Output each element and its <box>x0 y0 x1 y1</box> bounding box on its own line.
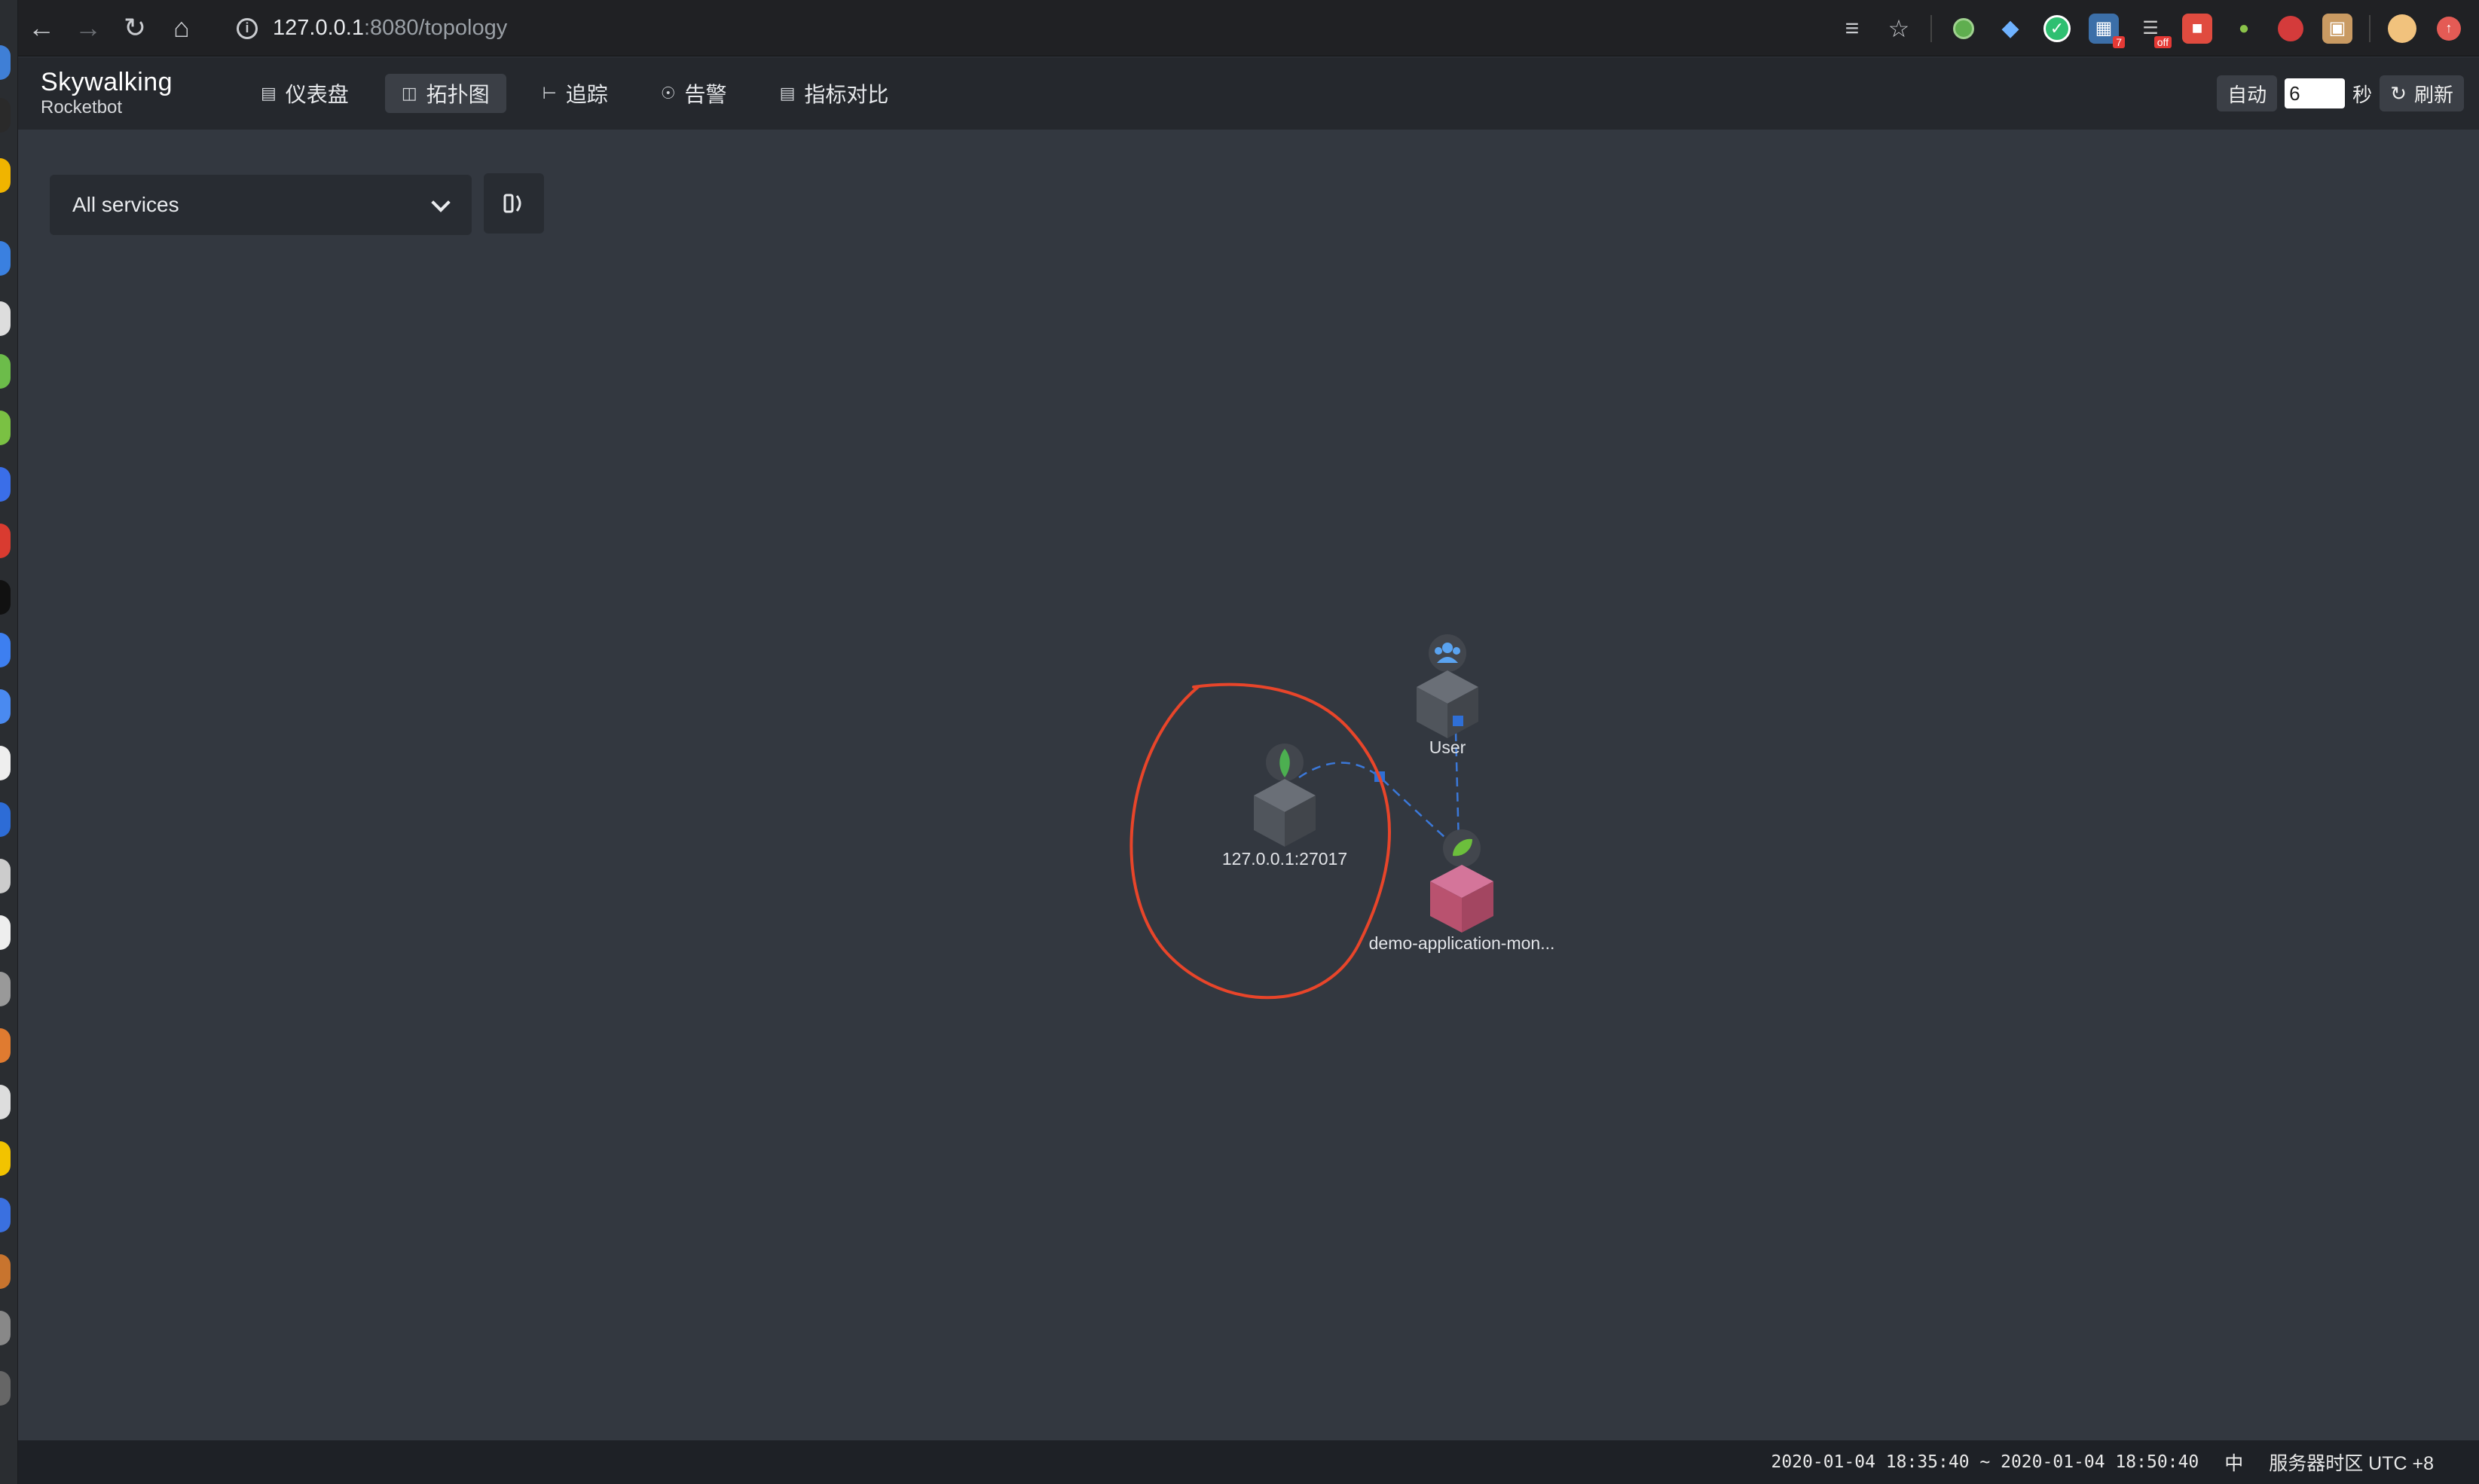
extension-red-icon[interactable]: ■ <box>2182 13 2212 44</box>
site-info-icon[interactable]: i <box>237 17 258 39</box>
language-toggle[interactable]: 中 <box>2224 1449 2243 1476</box>
logo-name: Skywalking <box>41 68 173 96</box>
service-select-value: All services <box>72 193 179 216</box>
main-nav: ▤ 仪表盘 ◫ 拓扑图 ⊢ 追踪 ☉ 告警 ▤ 指标对比 <box>244 74 905 113</box>
app-header: Skywalking Rocketbot ▤ 仪表盘 ◫ 拓扑图 ⊢ 追踪 ☉ … <box>18 57 2479 130</box>
topology-icon: ◫ <box>401 84 417 102</box>
nav-item-alarm[interactable]: ☉ 告警 <box>644 74 744 113</box>
url-path: :8080/topology <box>363 16 508 40</box>
extension-badge: off <box>2153 35 2172 48</box>
dock-app-icon[interactable] <box>0 411 11 445</box>
refresh-interval-input[interactable] <box>2285 78 2346 108</box>
dock-app-icon[interactable] <box>0 1141 11 1176</box>
dock-app-icon[interactable] <box>0 45 11 80</box>
refresh-icon: ↻ <box>2390 81 2407 105</box>
dock-app-icon[interactable] <box>0 859 11 893</box>
node-label: demo-application-mon... <box>1369 933 1555 953</box>
extension-badge: 7 <box>2113 35 2125 48</box>
dock-app-icon[interactable] <box>0 580 11 615</box>
extension-pin-icon[interactable]: ● <box>2229 14 2259 44</box>
status-bar: 2020-01-04 18:35:40 ~ 2020-01-04 18:50:4… <box>18 1440 2479 1484</box>
os-dock <box>0 0 18 1484</box>
dock-app-icon[interactable] <box>0 158 11 193</box>
extension-list-icon[interactable]: ☰ off <box>2135 14 2172 48</box>
dock-app-icon[interactable] <box>0 1198 11 1232</box>
back-arrow-icon[interactable]: ← <box>18 0 65 56</box>
dock-app-icon[interactable] <box>0 915 11 950</box>
skywalking-logo[interactable]: Skywalking Rocketbot <box>41 68 173 118</box>
nav-item-dashboard[interactable]: ▤ 仪表盘 <box>244 74 365 113</box>
dock-app-icon[interactable] <box>0 98 11 133</box>
nav-item-topology[interactable]: ◫ 拓扑图 <box>384 74 506 113</box>
trace-icon: ⊢ <box>542 84 557 102</box>
nav-item-label: 告警 <box>684 83 727 106</box>
reading-list-icon[interactable]: ≡ <box>1837 14 1867 44</box>
alarm-icon: ☉ <box>660 84 676 102</box>
nav-item-label: 指标对比 <box>804 83 889 106</box>
dock-app-icon[interactable] <box>0 1028 11 1063</box>
server-timezone[interactable]: 服务器时区 UTC +8 <box>2269 1449 2434 1476</box>
node-label: User <box>1429 737 1466 757</box>
extension-red-circle-icon[interactable] <box>2276 14 2306 44</box>
nav-item-trace[interactable]: ⊢ 追踪 <box>526 74 625 113</box>
interval-unit: 秒 <box>2352 83 2373 106</box>
dock-app-icon[interactable] <box>0 1085 11 1119</box>
reload-icon[interactable]: ↻ <box>112 0 158 56</box>
profile-avatar-icon[interactable] <box>2387 14 2417 44</box>
nav-item-label: 仪表盘 <box>285 83 349 106</box>
time-range[interactable]: 2020-01-04 18:35:40 ~ 2020-01-04 18:50:4… <box>1771 1452 2199 1472</box>
nav-item-label: 拓扑图 <box>426 83 490 106</box>
comparison-icon: ▤ <box>779 84 796 102</box>
extension-grid-icon[interactable]: ▦ 7 <box>2089 13 2125 48</box>
browser-toolbar: ← → ↻ ⌂ i 127.0.0.1:8080/topology ≡ ☆ ◆ … <box>18 0 2479 56</box>
topology-layout-toggle-button[interactable] <box>484 173 544 234</box>
dock-app-icon[interactable] <box>0 467 11 502</box>
dock-app-icon[interactable] <box>0 746 11 780</box>
nav-item-label: 追踪 <box>565 83 608 106</box>
auto-refresh-toggle[interactable]: 自动 <box>2217 75 2278 111</box>
update-icon[interactable]: ↑ <box>2434 14 2464 44</box>
extension-diamond-icon[interactable]: ◆ <box>1995 14 2025 44</box>
refresh-label: 刷新 <box>2413 83 2453 106</box>
extension-check-icon[interactable]: ✓ <box>2042 14 2072 44</box>
dock-app-icon[interactable] <box>0 1254 11 1289</box>
dock-app-icon[interactable] <box>0 802 11 837</box>
extension-box-icon[interactable]: ▣ <box>2322 13 2352 44</box>
dock-app-icon[interactable] <box>0 524 11 558</box>
annotation-circle <box>1129 682 1391 1000</box>
dashboard-icon: ▤ <box>261 84 277 102</box>
topology-node-database[interactable]: 127.0.0.1:27017 <box>1222 744 1347 869</box>
logo-subtitle: Rocketbot <box>41 97 123 118</box>
bookmark-star-icon[interactable]: ☆ <box>1884 14 1914 44</box>
layout-toggle-icon <box>503 194 521 213</box>
topology-canvas[interactable]: 127.0.0.1:27017 User demo-application-mo… <box>18 130 2479 1440</box>
topology-node-user[interactable]: User <box>1417 634 1478 757</box>
dock-app-icon[interactable] <box>0 354 11 389</box>
dock-app-icon[interactable] <box>0 689 11 724</box>
refresh-button[interactable]: ↻ 刷新 <box>2380 75 2464 111</box>
service-select[interactable]: All services <box>50 175 472 235</box>
node-label: 127.0.0.1:27017 <box>1222 849 1347 869</box>
extension-area: ≡ ☆ ◆ ✓ ▦ 7 ☰ off ■ ● ▣ ↑ <box>1837 0 2464 56</box>
dock-app-icon[interactable] <box>0 301 11 336</box>
dock-app-icon[interactable] <box>0 633 11 667</box>
url-host: 127.0.0.1 <box>273 16 364 40</box>
extension-green-dot-icon[interactable] <box>1949 14 1979 44</box>
dock-app-icon[interactable] <box>0 1371 11 1406</box>
home-icon[interactable]: ⌂ <box>158 0 205 56</box>
topology-node-service[interactable]: demo-application-mon... <box>1369 829 1555 953</box>
auto-refresh-control: 自动 秒 ↻ 刷新 <box>2217 75 2464 111</box>
chevron-down-icon <box>431 193 451 212</box>
nav-item-comparison[interactable]: ▤ 指标对比 <box>763 74 906 113</box>
dock-app-icon[interactable] <box>0 972 11 1006</box>
dock-app-icon[interactable] <box>0 1311 11 1345</box>
dock-app-icon[interactable] <box>0 241 11 276</box>
forward-arrow-icon[interactable]: → <box>65 0 112 56</box>
